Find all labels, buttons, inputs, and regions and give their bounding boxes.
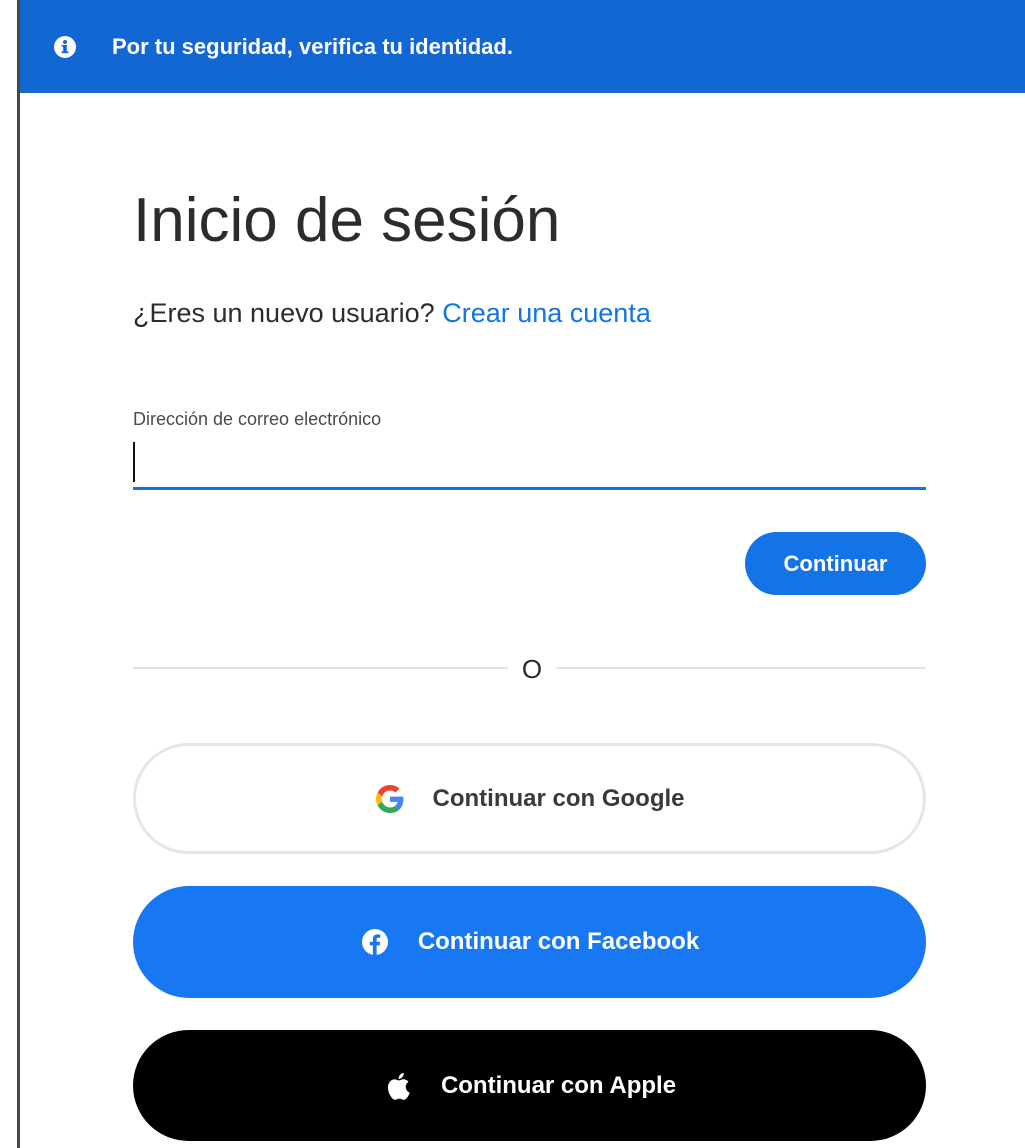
banner-text: Por tu seguridad, verifica tu identidad. [112, 33, 513, 59]
facebook-icon [360, 927, 390, 957]
window-left-edge [0, 0, 20, 1148]
continue-with-facebook-button[interactable]: Continuar con Facebook [133, 886, 926, 998]
text-cursor [133, 442, 135, 482]
info-circle-icon [54, 35, 76, 58]
security-banner: Por tu seguridad, verifica tu identidad. [20, 0, 1025, 93]
create-account-link[interactable]: Crear una cuenta [442, 298, 651, 328]
continue-with-apple-button[interactable]: Continuar con Apple [133, 1030, 926, 1141]
divider-line-right [556, 667, 926, 669]
google-g-icon [375, 784, 405, 814]
apple-button-label: Continuar con Apple [440, 1071, 677, 1099]
new-user-prompt: ¿Eres un nuevo usuario? Crear una cuenta [133, 298, 651, 329]
email-label: Dirección de correo electrónico [133, 409, 382, 429]
divider-line-left [133, 667, 508, 669]
continue-with-google-button[interactable]: Continuar con Google [133, 743, 926, 854]
divider-label: O [521, 654, 543, 684]
email-field[interactable] [133, 440, 926, 490]
google-button-label: Continuar con Google [432, 784, 685, 812]
facebook-button-label: Continuar con Facebook [417, 928, 700, 955]
continue-button[interactable]: Continuar [745, 532, 926, 595]
new-user-text: ¿Eres un nuevo usuario? [133, 298, 435, 328]
page-title: Inicio de sesión [133, 186, 561, 255]
apple-icon [383, 1071, 413, 1101]
